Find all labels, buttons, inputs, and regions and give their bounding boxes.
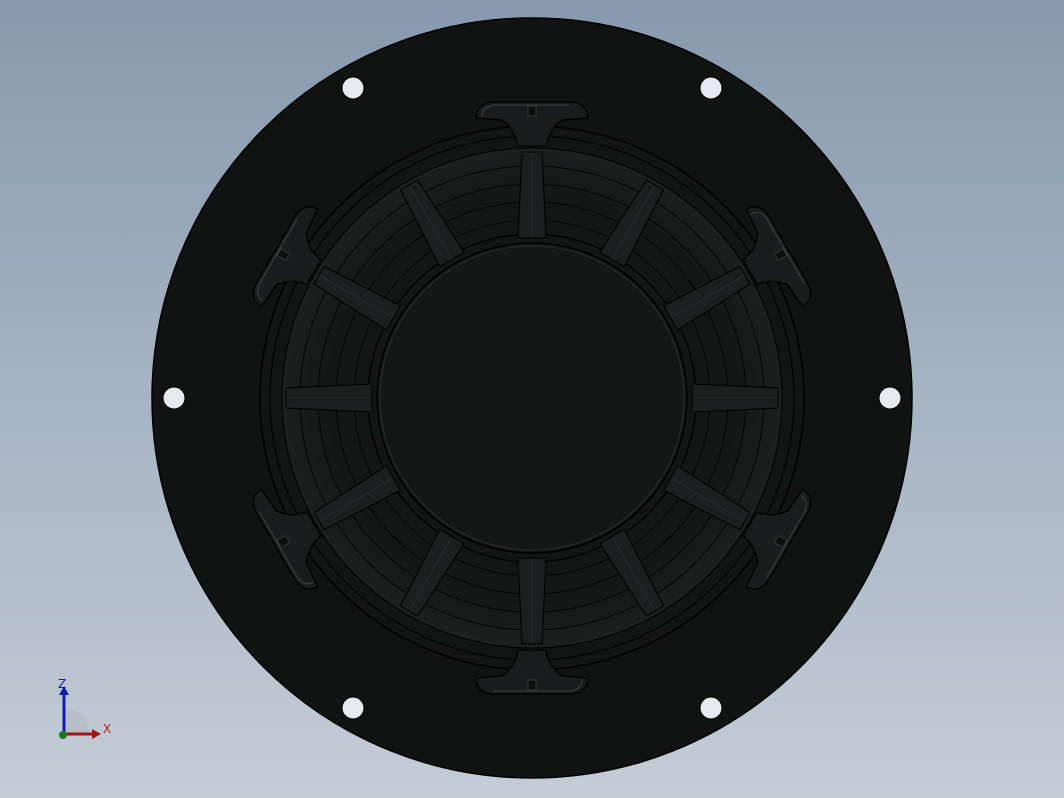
basket-rib [691,383,779,413]
mounting-hole [341,696,365,720]
triad-plane-wedge [64,708,90,734]
coordinate-triad: Z X [48,676,118,746]
mounting-hole [699,696,723,720]
mounting-hole [699,76,723,100]
basket-rib [285,383,373,413]
mounting-hole [162,386,186,410]
triad-x-arrow [92,729,101,739]
triad-z-label: Z [58,677,67,691]
graphics-viewport[interactable]: Z X [0,0,1064,798]
mounting-hole [341,76,365,100]
basket-rib [517,151,547,239]
mounting-hole [878,386,902,410]
speaker-model[interactable] [0,0,1064,798]
magnet-cap[interactable] [376,242,688,554]
triad-x-label: X [103,722,112,736]
basket-rib [517,557,547,645]
triad-y-axis-dot [59,731,67,739]
